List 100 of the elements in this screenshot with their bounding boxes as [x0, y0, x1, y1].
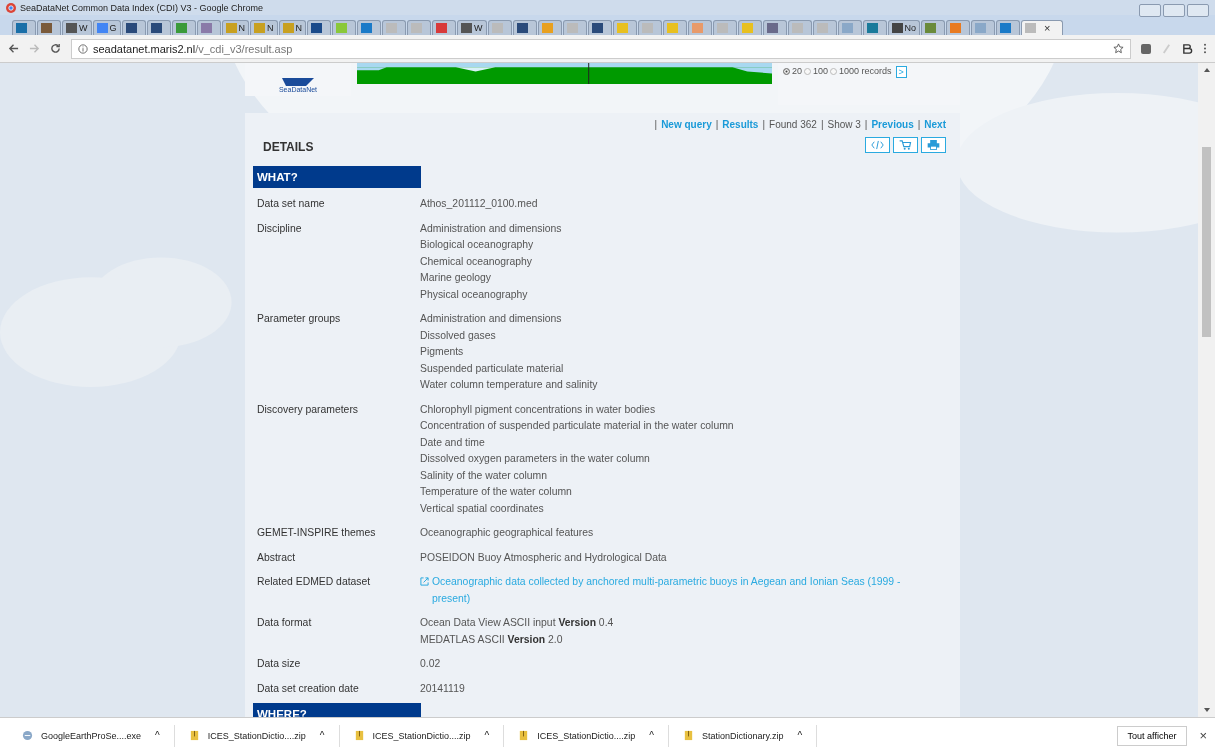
- star-icon[interactable]: [1113, 43, 1124, 54]
- print-button[interactable]: [921, 137, 946, 153]
- browser-tab[interactable]: N: [221, 20, 249, 35]
- browser-tab[interactable]: [307, 20, 331, 35]
- extension-logo-icon[interactable]: [1182, 43, 1193, 54]
- separator: |: [864, 119, 868, 130]
- browser-tab[interactable]: [357, 20, 381, 35]
- radio-button[interactable]: [804, 67, 811, 75]
- code-icon: [871, 140, 884, 150]
- browser-tab[interactable]: W: [457, 20, 487, 35]
- show-all-button[interactable]: Tout afficher: [1116, 725, 1188, 746]
- field-value: Vertical spatial coordinates: [420, 501, 545, 516]
- field-value: Administration and dimensions: [420, 221, 563, 236]
- field-value: Water column temperature and salinity: [420, 378, 599, 392]
- browser-tab[interactable]: [121, 20, 146, 35]
- caret-icon[interactable]: ^: [649, 730, 654, 741]
- back-icon[interactable]: [8, 43, 19, 54]
- forward-icon[interactable]: [29, 43, 40, 54]
- field-label: Discipline: [257, 221, 303, 236]
- code-button[interactable]: [865, 137, 890, 153]
- result-info: Show 3: [827, 119, 861, 130]
- browser-tab[interactable]: [862, 20, 887, 35]
- browser-tab[interactable]: No: [887, 20, 921, 35]
- browser-tab[interactable]: [146, 20, 171, 35]
- browser-tab[interactable]: [587, 20, 612, 35]
- download-item[interactable]: ICES_StationDictio....zip ^: [353, 724, 505, 747]
- field-value: Oceanographic geographical features: [420, 526, 595, 540]
- cart-icon: [899, 140, 912, 150]
- archive-icon: [683, 730, 694, 741]
- window-title: SeaDataNet Common Data Index (CDI) V3 - Google Chrome: [20, 2, 264, 13]
- separator: |: [715, 119, 719, 130]
- browser-tab[interactable]: [432, 20, 456, 35]
- download-item[interactable]: ICES_StationDictio....zip ^: [518, 724, 669, 747]
- field-value: 0.02: [420, 657, 442, 671]
- section-header: WHAT?: [253, 166, 421, 188]
- field-value: POSEIDON Buoy Atmospheric and Hydrological Data: [420, 550, 668, 565]
- address-field[interactable]: seadatanet.maris2.nl/v_cdi_v3/result.asp: [71, 38, 1131, 59]
- field-value: Ocean Data View ASCII input Version 0.4: [420, 616, 615, 630]
- radio-label: 1000 records: [839, 66, 892, 76]
- browser-tab[interactable]: [37, 20, 61, 35]
- radio-label: 100: [813, 66, 829, 76]
- browser-tab[interactable]: [996, 20, 1021, 35]
- separator: |: [654, 119, 658, 130]
- field-label: Discovery parameters: [257, 402, 360, 417]
- field-value: Salinity of the water column: [420, 468, 549, 483]
- field-label: Data size: [257, 657, 302, 671]
- field-value: Suspended particulate material: [420, 361, 565, 376]
- field-value: Chemical oceanography: [420, 254, 534, 269]
- field-value: Pigments: [420, 345, 465, 359]
- extension-icon[interactable]: [1141, 43, 1151, 54]
- cart-button[interactable]: [893, 137, 918, 153]
- field-value: Athos_201112_0100.med: [420, 197, 539, 211]
- minimize-button[interactable]: [1139, 4, 1161, 17]
- caret-icon[interactable]: ^: [797, 730, 803, 741]
- separator: |: [917, 119, 921, 130]
- field-label: Data set creation date: [257, 681, 360, 696]
- field-value: Date and time: [420, 435, 486, 450]
- field-label: Related EDMED dataset: [257, 575, 372, 589]
- maximize-button[interactable]: [1163, 4, 1185, 17]
- browser-tab[interactable]: W: [62, 20, 92, 35]
- download-item[interactable]: ICES_StationDictio....zip ^: [188, 724, 340, 747]
- external-link-icon: [420, 577, 429, 586]
- reload-icon[interactable]: [50, 43, 61, 54]
- field-label: Abstract: [257, 550, 297, 565]
- field-value: Temperature of the water column: [420, 485, 573, 499]
- browser-tab[interactable]: [196, 20, 221, 35]
- close-icon[interactable]: ×: [1199, 728, 1207, 743]
- printer-icon: [927, 140, 940, 150]
- field-label: Data set name: [257, 197, 326, 211]
- scroll-down-icon[interactable]: [1202, 707, 1211, 713]
- field-value: Chlorophyll pigment concentrations in water bodies: [420, 402, 657, 417]
- browser-tab[interactable]: [512, 20, 537, 35]
- close-button[interactable]: [1187, 4, 1209, 17]
- menu-icon[interactable]: [1203, 43, 1207, 54]
- field-value: Dissolved oxygen parameters in the water column: [420, 452, 651, 466]
- browser-tab[interactable]: N: [250, 20, 278, 35]
- archive-icon: [188, 730, 200, 741]
- scrollbar[interactable]: [1198, 63, 1215, 717]
- caret-icon[interactable]: ^: [484, 730, 490, 741]
- archive-icon: [518, 730, 530, 741]
- field-value: Dissolved gases: [420, 328, 497, 343]
- scroll-thumb[interactable]: [1202, 147, 1211, 337]
- result-info: Found 362: [769, 119, 817, 130]
- browser-tab[interactable]: [762, 20, 787, 35]
- browser-tab[interactable]: [921, 20, 946, 35]
- browser-tab[interactable]: N: [278, 20, 306, 35]
- download-item[interactable]: StationDictionary.zip ^: [683, 724, 818, 747]
- caret-icon[interactable]: ^: [319, 730, 325, 741]
- caret-icon[interactable]: ^: [155, 730, 160, 741]
- installer-icon: [22, 730, 33, 741]
- download-item[interactable]: GoogleEarthProSe....exe ^: [22, 724, 175, 747]
- field-value: MEDATLAS ASCII Version 2.0: [420, 632, 564, 647]
- browser-tab[interactable]: [12, 20, 36, 35]
- field-value: Concentration of suspended particulate material in the water column: [420, 419, 735, 433]
- radio-button[interactable]: [830, 67, 838, 75]
- browser-tab[interactable]: ×: [1021, 20, 1064, 35]
- browser-tab[interactable]: G: [92, 20, 121, 35]
- field-label: Parameter groups: [257, 312, 342, 326]
- field-value: Biological oceanography: [420, 238, 535, 252]
- scroll-up-icon[interactable]: [1202, 67, 1211, 73]
